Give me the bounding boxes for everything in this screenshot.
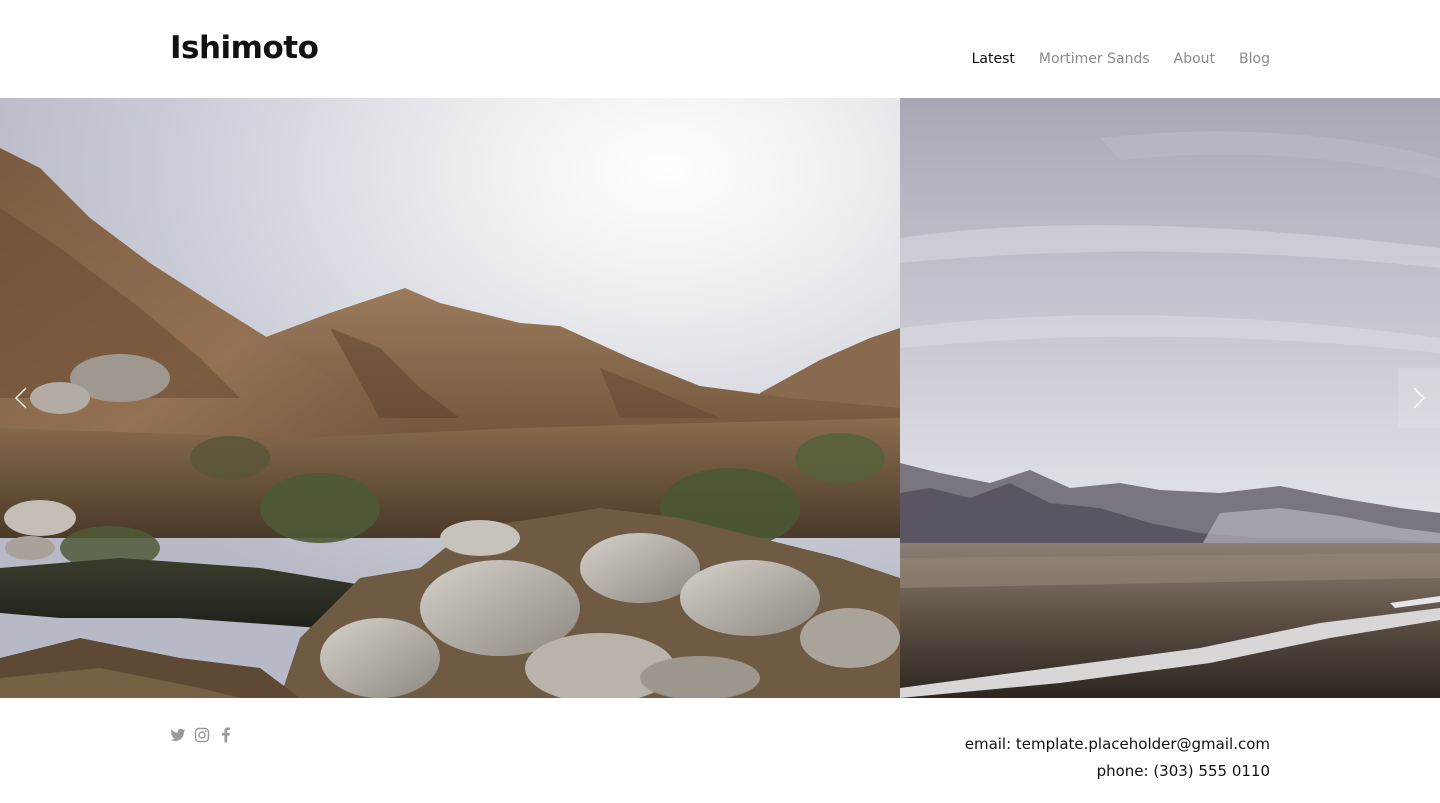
chevron-left-icon xyxy=(15,387,27,409)
instagram-link[interactable] xyxy=(194,727,210,743)
gallery-slide-valley[interactable] xyxy=(900,98,1440,698)
gallery-slide-hills[interactable] xyxy=(0,98,900,698)
site-footer: email: template.placeholder@gmail.com ph… xyxy=(0,698,1440,803)
twitter-icon xyxy=(170,728,186,742)
nav-item-about[interactable]: About xyxy=(1174,49,1215,69)
landscape-photo-valley-river xyxy=(900,98,1440,698)
nav-item-latest[interactable]: Latest xyxy=(972,49,1015,69)
contact-phone[interactable]: phone: (303) 555 0110 xyxy=(965,758,1270,785)
instagram-icon xyxy=(194,727,210,743)
gallery-prev-button[interactable] xyxy=(0,368,42,428)
landscape-photo-hills-rocks xyxy=(0,98,900,698)
social-links xyxy=(170,727,234,743)
contact-info: email: template.placeholder@gmail.com ph… xyxy=(965,731,1270,785)
site-header: Ishimoto Latest Mortimer Sands About Blo… xyxy=(0,0,1440,98)
gallery-next-button[interactable] xyxy=(1398,368,1440,428)
image-gallery xyxy=(0,98,1440,698)
facebook-icon xyxy=(222,727,230,743)
main-nav: Latest Mortimer Sands About Blog xyxy=(972,49,1270,69)
twitter-link[interactable] xyxy=(170,727,186,743)
nav-item-blog[interactable]: Blog xyxy=(1239,49,1270,69)
facebook-link[interactable] xyxy=(218,727,234,743)
contact-email[interactable]: email: template.placeholder@gmail.com xyxy=(965,731,1270,758)
site-title[interactable]: Ishimoto xyxy=(170,28,319,68)
nav-item-mortimer-sands[interactable]: Mortimer Sands xyxy=(1039,49,1150,69)
chevron-right-icon xyxy=(1413,387,1425,409)
